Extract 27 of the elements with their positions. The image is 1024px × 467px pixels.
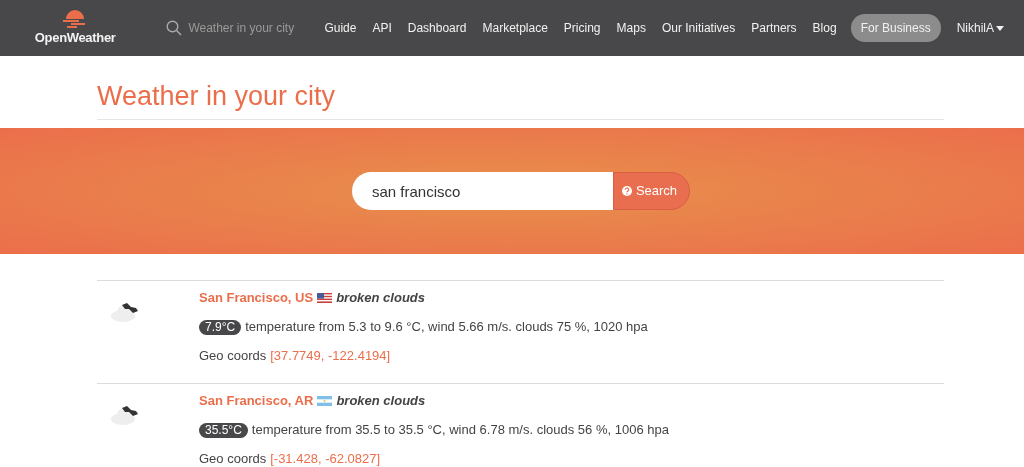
user-menu[interactable]: NikhilA xyxy=(956,19,1004,37)
temperature-badge: 35.5°C xyxy=(199,422,248,438)
geo-label: Geo coords xyxy=(199,349,267,363)
nav-link[interactable]: API xyxy=(372,19,392,37)
nav-link[interactable]: Guide xyxy=(324,19,357,37)
nav-link[interactable]: Maps xyxy=(616,19,646,37)
nav-link[interactable]: Pricing xyxy=(563,19,601,37)
logo-text[interactable]: OpenWeather xyxy=(34,28,116,48)
nav-link[interactable]: Our Initiatives xyxy=(661,19,736,37)
weather-details: temperature from 5.3 to 9.6 °C, wind 5.66 m/s. clouds 75 %, 1020 hpa xyxy=(245,318,648,337)
temperature-badge: 7.9°C xyxy=(199,319,242,335)
search-icon xyxy=(166,20,183,36)
nav-link[interactable]: Partners xyxy=(751,19,797,37)
question-icon xyxy=(621,186,632,196)
flag-icon xyxy=(317,396,333,406)
page-title: Weather in your city xyxy=(97,80,337,113)
search-field[interactable]: Weather in your city xyxy=(188,19,307,37)
geo-label: Geo coords xyxy=(199,452,267,466)
flag-icon xyxy=(317,293,333,303)
search-field[interactable]: san francisco xyxy=(352,172,613,210)
weather-details: temperature from 35.5 to 35.5 °C, wind 6.78 m/s. clouds 56 %, 1006 hpa xyxy=(251,421,669,440)
caret-icon xyxy=(996,25,1004,31)
weather-description: broken clouds xyxy=(336,392,426,411)
nav-link[interactable]: Marketplace xyxy=(482,19,548,37)
nav-link[interactable]: Dashboard xyxy=(407,19,467,37)
nav-link[interactable]: Blog xyxy=(812,19,837,37)
weather-description: broken clouds xyxy=(336,289,425,308)
